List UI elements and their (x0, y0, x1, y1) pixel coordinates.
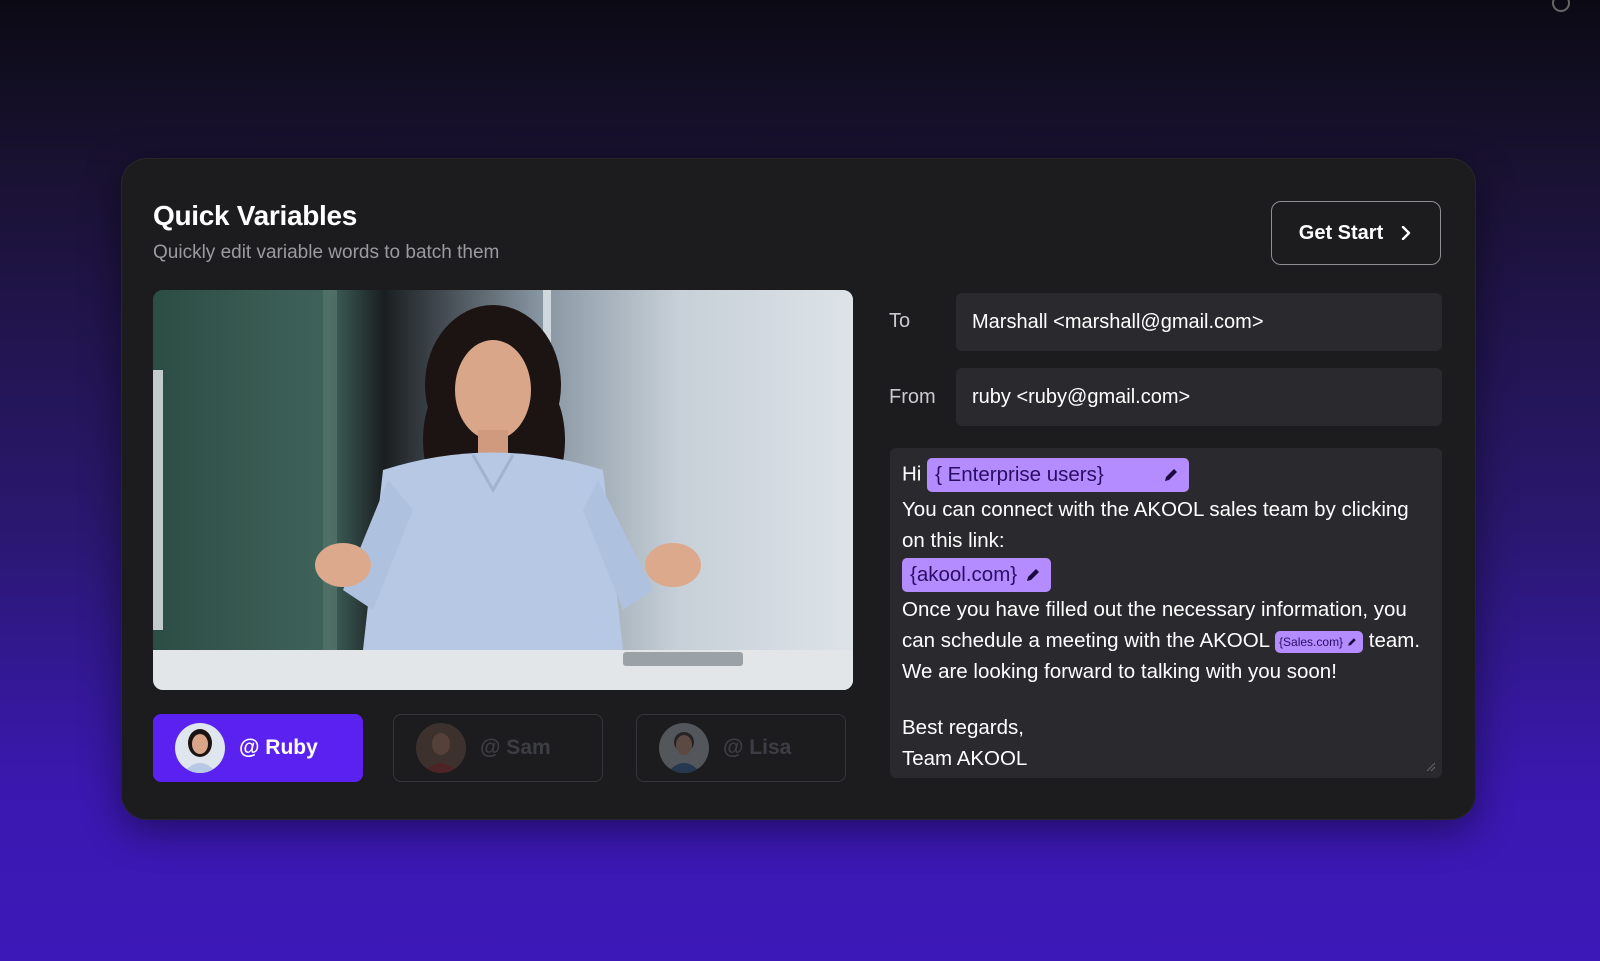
signature: Team AKOOL (902, 747, 1028, 770)
avatar (416, 723, 466, 773)
pencil-icon[interactable] (1347, 637, 1357, 647)
video-preview[interactable] (153, 290, 853, 690)
to-field[interactable]: Marshall <marshall@gmail.com> (956, 293, 1442, 351)
from-value: ruby <ruby@gmail.com> (972, 385, 1191, 408)
chevron-right-icon (1402, 226, 1411, 240)
loading-indicator-icon (1552, 0, 1570, 12)
page-title: Quick Variables (153, 200, 358, 231)
get-start-label: Get Start (1298, 221, 1384, 244)
avatar (175, 723, 225, 773)
avatar-ruby-button[interactable]: @ Ruby (153, 714, 363, 782)
get-start-button[interactable]: Get Start (1271, 201, 1441, 265)
quick-variables-card: Quick Variables Quickly edit variable wo… (121, 158, 1476, 820)
email-body-editor[interactable]: Hi { Enterprise users} You can connect w… (890, 448, 1442, 778)
variable-text: {Sales.com} (1279, 634, 1344, 649)
signoff: Best regards, (902, 716, 1024, 739)
pencil-icon[interactable] (1163, 467, 1179, 483)
from-label: From (889, 386, 936, 408)
avatar (659, 723, 709, 773)
avatar-label: @ Sam (480, 736, 551, 759)
resize-handle-icon[interactable] (1426, 762, 1436, 772)
greeting: Hi (902, 462, 922, 486)
pencil-icon[interactable] (1025, 567, 1041, 583)
presenter-image (153, 290, 853, 690)
variable-chip-recipient[interactable]: { Enterprise users} (927, 458, 1190, 492)
variable-text: { Enterprise users} (935, 463, 1104, 486)
body-line-1: You can connect with the AKOOL sales tea… (902, 498, 1409, 552)
page-subtitle: Quickly edit variable words to batch the… (153, 242, 500, 263)
avatar-lisa-button[interactable]: @ Lisa (636, 714, 846, 782)
avatar-label: @ Lisa (723, 736, 792, 759)
to-value: Marshall <marshall@gmail.com> (972, 310, 1264, 333)
avatar-sam-button[interactable]: @ Sam (393, 714, 603, 782)
variable-text: {akool.com} (910, 563, 1018, 586)
variable-chip-team[interactable]: {Sales.com} (1275, 630, 1364, 653)
to-label: To (889, 310, 911, 332)
variable-chip-link[interactable]: {akool.com} (902, 558, 1052, 592)
from-field[interactable]: ruby <ruby@gmail.com> (956, 368, 1442, 426)
avatar-label: @ Ruby (239, 736, 318, 759)
